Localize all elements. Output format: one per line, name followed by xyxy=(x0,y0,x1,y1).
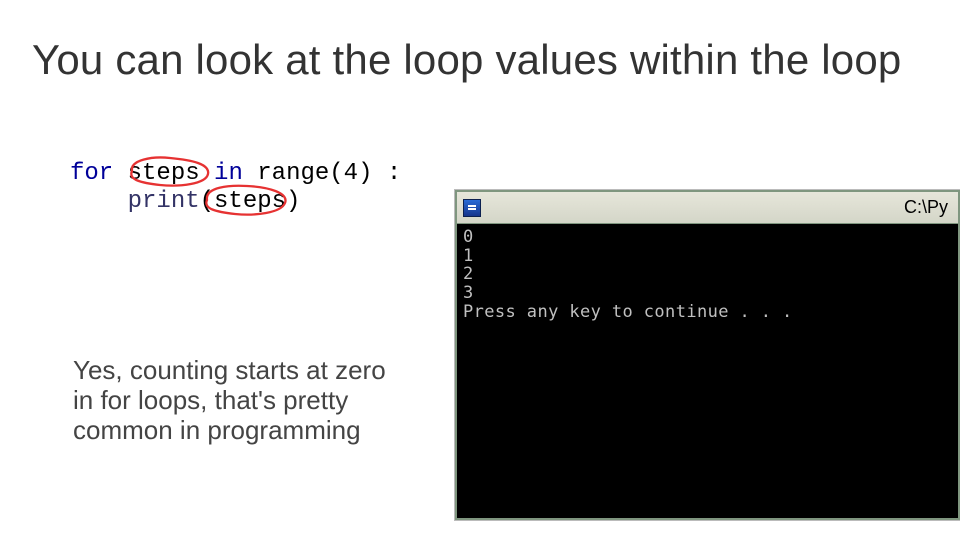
code-block: for steps in range(4) : print(steps) xyxy=(70,160,401,215)
slide-title: You can look at the loop values within t… xyxy=(32,36,901,84)
keyword-in: in xyxy=(214,160,243,187)
code-indent xyxy=(70,188,128,215)
terminal-body: 0 1 2 3 Press any key to continue . . . xyxy=(457,224,958,518)
code-print-fn: print xyxy=(128,188,200,215)
terminal-icon xyxy=(463,199,481,217)
terminal-titlebar: C:\Py xyxy=(457,192,958,224)
terminal-title: C:\Py xyxy=(481,197,952,218)
code-range-call: range(4) : xyxy=(243,160,401,187)
terminal-line: Press any key to continue . . . xyxy=(463,302,793,322)
code-print-args: (steps) xyxy=(200,188,301,215)
terminal-line: 3 xyxy=(463,283,474,303)
terminal-line: 1 xyxy=(463,246,474,266)
code-var-steps: steps xyxy=(113,160,214,187)
explanation-text: Yes, counting starts at zero in for loop… xyxy=(73,356,413,446)
terminal-line: 0 xyxy=(463,227,474,247)
terminal-window: C:\Py 0 1 2 3 Press any key to continue … xyxy=(455,190,960,520)
terminal-line: 2 xyxy=(463,264,474,284)
keyword-for: for xyxy=(70,160,113,187)
